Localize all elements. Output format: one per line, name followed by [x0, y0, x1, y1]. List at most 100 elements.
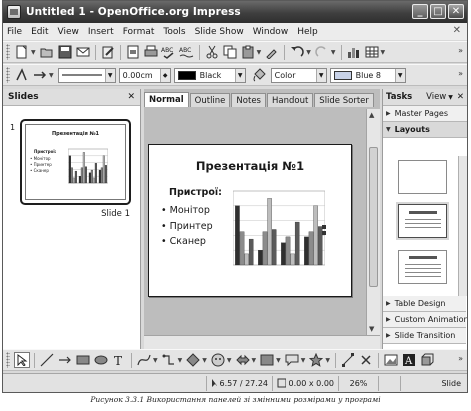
- slide-thumbnail[interactable]: Презентація №1 Пристрої: • Монітор • При…: [20, 119, 131, 205]
- basic-shapes-dropdown-icon[interactable]: ▼: [202, 357, 207, 364]
- toolbar-overflow-icon[interactable]: »: [458, 69, 463, 78]
- arrow-style-icon[interactable]: [32, 67, 48, 83]
- symbol-shapes-dropdown-icon[interactable]: ▼: [227, 357, 232, 364]
- scroll-down-icon[interactable]: ▼: [369, 325, 374, 333]
- scroll-up-icon[interactable]: ▲: [369, 111, 374, 119]
- line-style-select[interactable]: ▼: [57, 67, 116, 83]
- export-pdf-icon[interactable]: [125, 44, 141, 60]
- redo-icon[interactable]: [314, 44, 330, 60]
- curve-dropdown-icon[interactable]: ▼: [153, 357, 158, 364]
- layout-title-only[interactable]: [398, 204, 447, 238]
- chart-icon[interactable]: [346, 44, 362, 60]
- area-fill-icon[interactable]: [251, 67, 267, 83]
- tab-normal[interactable]: Normal: [144, 92, 189, 107]
- email-icon[interactable]: [75, 44, 91, 60]
- menu-help[interactable]: Help: [297, 27, 318, 37]
- chevron-down-icon[interactable]: ▼: [234, 68, 245, 82]
- ellipse-tool-icon[interactable]: [93, 352, 109, 368]
- slide-canvas[interactable]: Презентація №1 Пристрої: • Монітор • При…: [148, 144, 352, 297]
- menu-edit[interactable]: Edit: [31, 27, 48, 37]
- flowchart-icon[interactable]: [259, 352, 275, 368]
- save-icon[interactable]: [57, 44, 73, 60]
- spellcheck-icon[interactable]: ABC: [161, 44, 177, 60]
- connector-tool-icon[interactable]: [161, 352, 177, 368]
- close-document-icon[interactable]: ✕: [453, 25, 461, 36]
- section-slide-transition[interactable]: ▶ Slide Transition: [383, 328, 466, 344]
- line-tool-icon[interactable]: [39, 352, 55, 368]
- points-icon[interactable]: [340, 352, 356, 368]
- block-arrows-dropdown-icon[interactable]: ▼: [252, 357, 257, 364]
- impress-app-icon[interactable]: [7, 5, 21, 19]
- line-width-field[interactable]: 0.00cm ◆: [118, 67, 171, 83]
- basic-shapes-icon[interactable]: [185, 352, 201, 368]
- tasks-view-menu[interactable]: View: [426, 92, 446, 102]
- toolbar-grip[interactable]: [6, 352, 10, 368]
- slide-body-heading[interactable]: Пристрої:: [169, 187, 222, 198]
- undo-icon[interactable]: [289, 44, 305, 60]
- view-dropdown-icon[interactable]: ▼: [448, 94, 453, 101]
- stars-dropdown-icon[interactable]: ▼: [325, 357, 330, 364]
- area-style-select[interactable]: Color ▼: [270, 67, 327, 83]
- line-color-select[interactable]: Black ▼: [173, 67, 246, 83]
- menu-window[interactable]: Window: [253, 27, 289, 37]
- slide-bullet-list[interactable]: • Монітор • Принтер • Сканер: [161, 203, 213, 250]
- new-dropdown-icon[interactable]: ▼: [31, 49, 36, 56]
- toolbar-grip[interactable]: [6, 67, 10, 83]
- selection-handle[interactable]: [322, 225, 326, 229]
- close-window-button[interactable]: ✕: [448, 4, 464, 19]
- maximize-button[interactable]: □: [430, 4, 446, 19]
- menu-file[interactable]: File: [7, 27, 22, 37]
- menu-insert[interactable]: Insert: [88, 27, 114, 37]
- table-dropdown-icon[interactable]: ▼: [381, 49, 386, 56]
- line-arrow-tool-icon[interactable]: [57, 352, 73, 368]
- paste-dropdown-icon[interactable]: ▼: [257, 49, 262, 56]
- table-icon[interactable]: [364, 44, 380, 60]
- selection-handle[interactable]: [322, 231, 326, 235]
- toolbar-overflow-icon[interactable]: »: [458, 46, 463, 55]
- arrow-style-dropdown-icon[interactable]: ▼: [49, 72, 54, 79]
- section-master-pages[interactable]: ▶ Master Pages: [383, 106, 467, 122]
- edit-file-icon[interactable]: [100, 44, 116, 60]
- section-custom-animation[interactable]: ▶ Custom Animation: [383, 312, 467, 328]
- editor-horizontal-scrollbar[interactable]: [144, 335, 380, 349]
- glue-points-icon[interactable]: [358, 352, 374, 368]
- new-document-icon[interactable]: [14, 44, 30, 60]
- print-icon[interactable]: [143, 44, 159, 60]
- stars-icon[interactable]: [308, 352, 324, 368]
- redo-dropdown-icon[interactable]: ▼: [331, 49, 336, 56]
- select-arrow-icon[interactable]: [14, 352, 30, 368]
- tab-slide-sorter[interactable]: Slide Sorter: [314, 93, 374, 107]
- close-tasks-pane-icon[interactable]: ✕: [457, 92, 464, 102]
- edit-points-icon[interactable]: [14, 67, 30, 83]
- title-bar[interactable]: Untitled 1 - OpenOffice.org Impress _ □ …: [3, 1, 467, 23]
- spin-arrows-icon[interactable]: ◆: [159, 68, 170, 82]
- chevron-down-icon[interactable]: ▼: [104, 68, 115, 82]
- insert-image-icon[interactable]: [383, 352, 399, 368]
- editor-vertical-scrollbar[interactable]: ▲ ▼: [366, 109, 380, 335]
- text-tool-icon[interactable]: T: [111, 352, 127, 368]
- tab-handout[interactable]: Handout: [266, 93, 314, 107]
- paste-icon[interactable]: [240, 44, 256, 60]
- section-table-design[interactable]: ▶ Table Design: [383, 296, 466, 312]
- menu-slide-show[interactable]: Slide Show: [195, 27, 244, 37]
- open-folder-icon[interactable]: [39, 44, 55, 60]
- menu-tools[interactable]: Tools: [163, 27, 185, 37]
- cut-icon[interactable]: [204, 44, 220, 60]
- curve-tool-icon[interactable]: [136, 352, 152, 368]
- section-layouts[interactable]: ▼ Layouts: [383, 122, 467, 138]
- minimize-button[interactable]: _: [412, 4, 428, 19]
- close-slides-pane-icon[interactable]: ✕: [127, 92, 135, 102]
- area-color-select[interactable]: Blue 8 ▼: [329, 67, 406, 83]
- flowchart-dropdown-icon[interactable]: ▼: [276, 357, 281, 364]
- chevron-down-icon[interactable]: ▼: [315, 68, 326, 82]
- block-arrows-icon[interactable]: [235, 352, 251, 368]
- scroll-thumb[interactable]: [369, 147, 378, 287]
- menu-format[interactable]: Format: [123, 27, 155, 37]
- tasks-scrollbar[interactable]: [458, 156, 467, 296]
- extrusion-icon[interactable]: [419, 352, 435, 368]
- clone-formatting-icon[interactable]: [264, 44, 280, 60]
- toolbar-overflow-icon[interactable]: »: [458, 354, 463, 363]
- copy-icon[interactable]: [222, 44, 238, 60]
- toolbar-grip[interactable]: [6, 44, 10, 60]
- layout-blank[interactable]: [398, 160, 447, 194]
